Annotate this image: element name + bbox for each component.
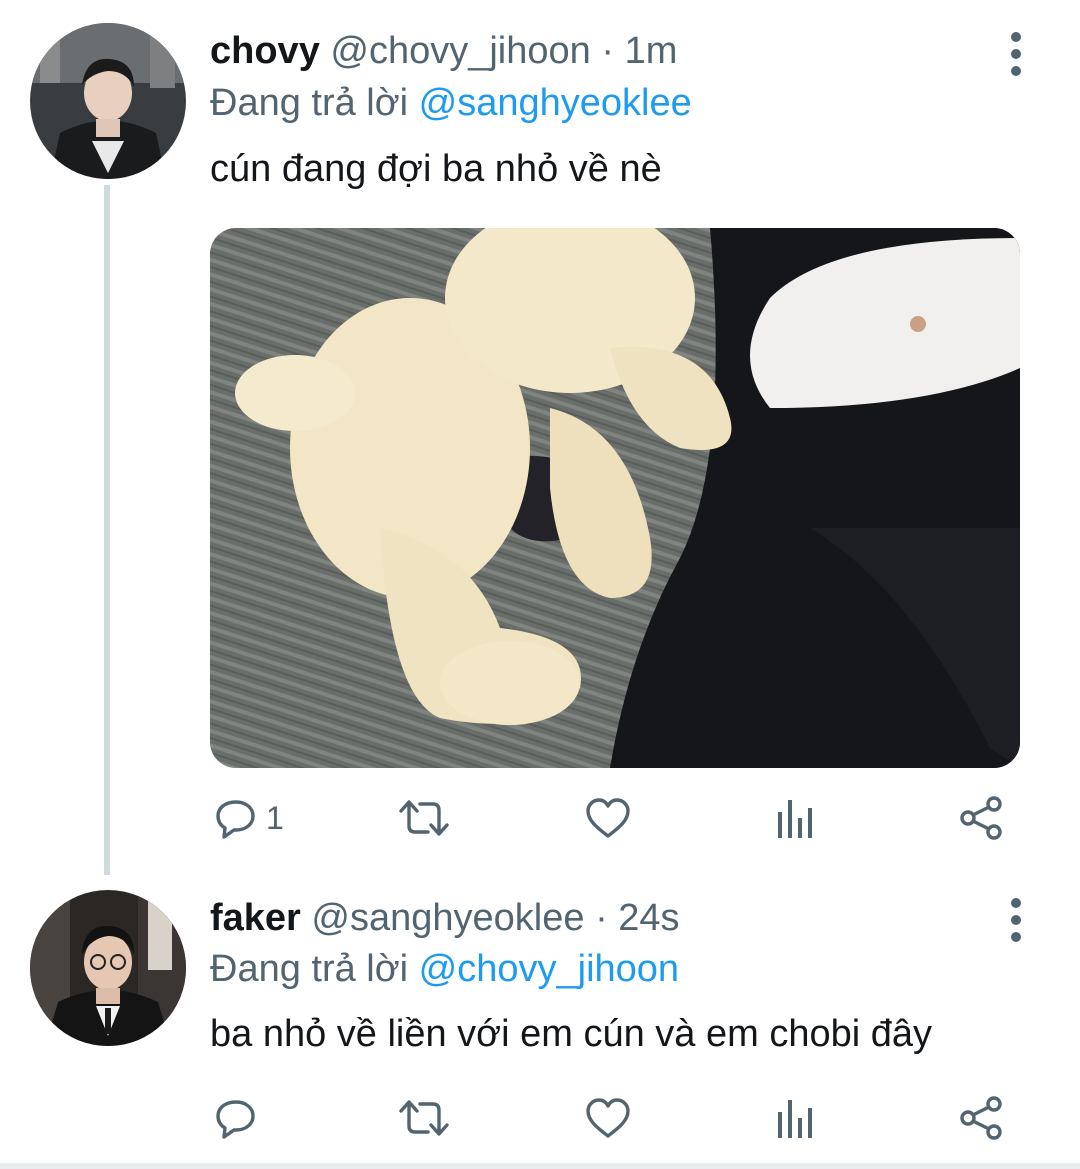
retweet-icon bbox=[399, 800, 449, 836]
like-button[interactable] bbox=[584, 1088, 632, 1148]
reply-button[interactable] bbox=[214, 1088, 266, 1148]
analytics-button[interactable] bbox=[776, 1088, 816, 1148]
replying-to: Đang trả lời @sanghyeoklee bbox=[210, 82, 692, 125]
more-vert-icon[interactable] bbox=[1006, 32, 1026, 76]
avatar[interactable] bbox=[30, 23, 186, 179]
reply-icon bbox=[216, 1100, 255, 1139]
tweet-actions: 1 bbox=[210, 788, 1030, 848]
share-icon bbox=[960, 1096, 1002, 1140]
reply-mention-link[interactable]: @sanghyeoklee bbox=[419, 82, 692, 124]
tweet-text: cún đang đợi ba nhỏ về nè bbox=[210, 148, 662, 190]
retweet-button[interactable] bbox=[398, 1088, 450, 1148]
avatar[interactable] bbox=[30, 890, 186, 1046]
reply-button[interactable]: 1 bbox=[214, 788, 284, 848]
tweet-photo[interactable] bbox=[210, 228, 1020, 768]
retweet-button[interactable] bbox=[398, 788, 450, 848]
reply-count: 1 bbox=[266, 799, 284, 836]
thread-connector-line bbox=[104, 185, 110, 875]
share-icon bbox=[960, 796, 1002, 840]
separator-dot: · bbox=[601, 30, 615, 72]
user-handle[interactable]: @chovy_jihoon bbox=[330, 30, 590, 72]
tweet-text: ba nhỏ về liền với em cún và em chobi đâ… bbox=[210, 1013, 932, 1055]
divider bbox=[0, 1163, 1080, 1169]
analytics-icon bbox=[778, 800, 812, 838]
like-button[interactable] bbox=[584, 788, 632, 848]
more-vert-icon[interactable] bbox=[1006, 898, 1026, 942]
display-name[interactable]: faker bbox=[210, 897, 301, 939]
tweet-header: faker @sanghyeoklee · 24s bbox=[210, 897, 680, 940]
replying-to: Đang trả lời @chovy_jihoon bbox=[210, 948, 679, 991]
tweet-header: chovy @chovy_jihoon · 1m bbox=[210, 30, 677, 73]
reply-mention-link[interactable]: @chovy_jihoon bbox=[419, 948, 679, 990]
like-icon bbox=[586, 1098, 630, 1138]
retweet-icon bbox=[399, 1100, 449, 1136]
user-handle[interactable]: @sanghyeoklee bbox=[311, 897, 584, 939]
tweet-actions bbox=[210, 1088, 1030, 1148]
timestamp[interactable]: 1m bbox=[625, 30, 678, 72]
display-name[interactable]: chovy bbox=[210, 30, 320, 72]
like-icon bbox=[586, 798, 630, 838]
analytics-icon bbox=[778, 1100, 812, 1138]
timestamp[interactable]: 24s bbox=[618, 897, 679, 939]
separator-dot: · bbox=[595, 897, 608, 939]
reply-prefix: Đang trả lời bbox=[210, 948, 409, 990]
share-button[interactable] bbox=[958, 788, 1004, 848]
reply-icon bbox=[216, 800, 255, 839]
share-button[interactable] bbox=[958, 1088, 1004, 1148]
reply-prefix: Đang trả lời bbox=[210, 82, 409, 124]
analytics-button[interactable] bbox=[776, 788, 816, 848]
